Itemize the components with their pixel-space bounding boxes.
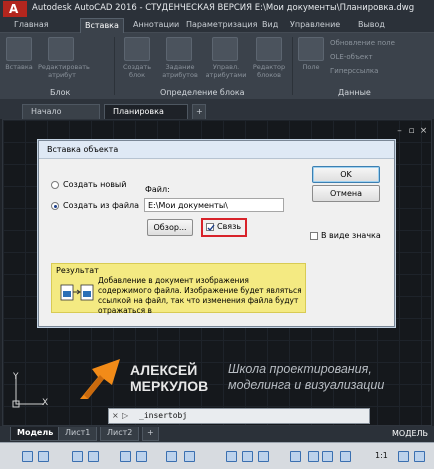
- result-panel: Результат Добавление в документ изображе…: [51, 263, 306, 315]
- create-from-file-radio[interactable]: [51, 202, 59, 210]
- result-description: Добавление в документ изображения содерж…: [98, 276, 302, 315]
- tab-insert[interactable]: Вставка: [80, 18, 124, 33]
- panel-separator: [292, 37, 293, 95]
- transparency-icon[interactable]: [226, 451, 237, 462]
- insert-block-label: Вставка: [5, 63, 33, 71]
- status-bar: 1:1: [0, 442, 434, 469]
- layout-tabs: Модель Лист1 Лист2 + МОДЕЛЬ: [0, 426, 434, 442]
- tab-output[interactable]: Вывод: [358, 20, 385, 29]
- cancel-button[interactable]: Отмена: [312, 185, 380, 202]
- tab-manage[interactable]: Управление: [290, 20, 340, 29]
- create-block-button[interactable]: [124, 37, 150, 61]
- polar-icon[interactable]: [88, 451, 99, 462]
- edit-attribute-button[interactable]: [48, 37, 74, 61]
- ucs-x-label: X: [42, 398, 49, 408]
- define-attributes-label: Задание атрибутов: [162, 63, 198, 79]
- file-label: Файл:: [145, 185, 170, 194]
- browse-button[interactable]: Обзор...: [147, 219, 193, 236]
- osnap-icon[interactable]: [120, 451, 131, 462]
- 3d-osnap-icon[interactable]: [258, 451, 269, 462]
- insert-block-button[interactable]: [6, 37, 32, 61]
- create-from-file-label[interactable]: Создать из файла: [63, 201, 139, 210]
- update-fields-item[interactable]: Обновление поле: [330, 39, 395, 47]
- layout-tab-sheet2[interactable]: Лист2: [100, 427, 140, 441]
- ortho-icon[interactable]: [72, 451, 83, 462]
- window-title: Autodesk AutoCAD 2016 - СТУДЕНЧЕСКАЯ ВЕР…: [32, 3, 415, 13]
- watermark-arrow-logo-icon: [80, 359, 120, 399]
- file-tab-plan[interactable]: Планировка: [104, 104, 188, 119]
- layout-tab-sheet1[interactable]: Лист1: [58, 427, 98, 441]
- panel-title-block-definition: Определение блока: [160, 88, 245, 97]
- annotation-visibility-icon[interactable]: [308, 451, 319, 462]
- display-as-icon-label[interactable]: В виде значка: [321, 231, 381, 240]
- file-tabs: Начало Планировка +: [0, 99, 434, 119]
- display-as-icon-checkbox[interactable]: [310, 232, 318, 240]
- model-space-indicator[interactable]: МОДЕЛЬ: [392, 429, 428, 438]
- tab-annotations[interactable]: Аннотации: [133, 20, 179, 29]
- ribbon-panel: Вставка Редактировать атрибут Блок Созда…: [0, 33, 434, 99]
- command-text[interactable]: _insertobj: [139, 411, 187, 420]
- create-new-label[interactable]: Создать новый: [63, 180, 126, 189]
- linked-file-icon: [60, 284, 94, 301]
- edit-attribute-label: Редактировать атрибут: [38, 63, 90, 79]
- panel-title-block: Блок: [50, 88, 71, 97]
- file-tab-start[interactable]: Начало: [22, 104, 100, 119]
- link-label[interactable]: Связь: [217, 222, 241, 231]
- tab-view[interactable]: Вид: [262, 20, 278, 29]
- insert-object-dialog: Вставка объекта Создать новый Создать из…: [38, 140, 395, 327]
- block-editor-label: Редактор блоков: [252, 63, 286, 79]
- checkmark-icon: [207, 224, 215, 232]
- block-editor-button[interactable]: [256, 37, 282, 61]
- define-attributes-button[interactable]: [166, 37, 192, 61]
- dialog-title: Вставка объекта: [47, 145, 119, 154]
- create-new-radio[interactable]: [51, 181, 59, 189]
- command-line[interactable]: × ▷ _insertobj: [108, 408, 370, 424]
- ok-button[interactable]: OK: [312, 166, 380, 183]
- ole-object-item[interactable]: OLE-объект: [330, 53, 373, 61]
- link-checkbox[interactable]: [206, 223, 215, 232]
- new-tab-plus-icon[interactable]: +: [192, 104, 206, 119]
- result-label: Результат: [56, 266, 99, 275]
- layout-tab-model[interactable]: Модель: [10, 427, 61, 441]
- watermark-name-last: МЕРКУЛОВ: [130, 378, 209, 394]
- watermark-name-first: АЛЕКСЕЙ: [130, 362, 198, 378]
- snap-icon[interactable]: [38, 451, 49, 462]
- field-label: Поле: [302, 63, 320, 71]
- command-prompt-icon[interactable]: ▷: [122, 411, 128, 420]
- workspace-gear-icon[interactable]: [398, 451, 409, 462]
- selection-cycling-icon[interactable]: [242, 451, 253, 462]
- create-block-label: Создать блок: [122, 63, 152, 79]
- watermark-tagline-1: Школа проектирования,: [228, 362, 372, 376]
- ribbon-tabs: Главная Вставка Аннотации Параметризация…: [0, 18, 434, 33]
- watermark-tagline-2: моделинга и визуализации: [228, 378, 385, 392]
- dynamic-ucs-icon[interactable]: [290, 451, 301, 462]
- tab-parametric[interactable]: Параметризация: [186, 20, 257, 29]
- manage-attributes-label: Управл. атрибутами: [205, 63, 247, 79]
- dialog-title-bar: Вставка объекта: [39, 141, 394, 159]
- panel-title-data: Данные: [338, 88, 371, 97]
- customization-menu-icon[interactable]: [414, 451, 425, 462]
- isodraft-icon[interactable]: [136, 451, 147, 462]
- title-bar: A Autodesk AutoCAD 2016 - СТУДЕНЧЕСКАЯ В…: [0, 0, 434, 18]
- command-close-icon[interactable]: ×: [112, 411, 119, 420]
- grid-icon[interactable]: [22, 451, 33, 462]
- add-layout-plus-icon[interactable]: +: [142, 427, 159, 441]
- annotation-scale-icon[interactable]: [340, 451, 351, 462]
- ucs-y-label: Y: [13, 372, 19, 382]
- minimize-icon[interactable]: –: [394, 126, 405, 136]
- otrack-icon[interactable]: [166, 451, 177, 462]
- tab-home[interactable]: Главная: [14, 20, 49, 29]
- hyperlink-item[interactable]: Гиперссылка: [330, 67, 378, 75]
- manage-attributes-button[interactable]: [212, 37, 238, 61]
- auto-scale-icon[interactable]: [322, 451, 333, 462]
- lineweight-icon[interactable]: [184, 451, 195, 462]
- file-path-input[interactable]: E:\Мои документы\: [144, 198, 284, 212]
- annotation-scale-value[interactable]: 1:1: [375, 451, 388, 460]
- panel-separator: [114, 37, 115, 95]
- close-icon[interactable]: ×: [418, 126, 429, 136]
- field-button[interactable]: [298, 37, 324, 61]
- restore-icon[interactable]: ▫: [406, 126, 417, 136]
- autocad-logo-icon[interactable]: A: [3, 1, 27, 17]
